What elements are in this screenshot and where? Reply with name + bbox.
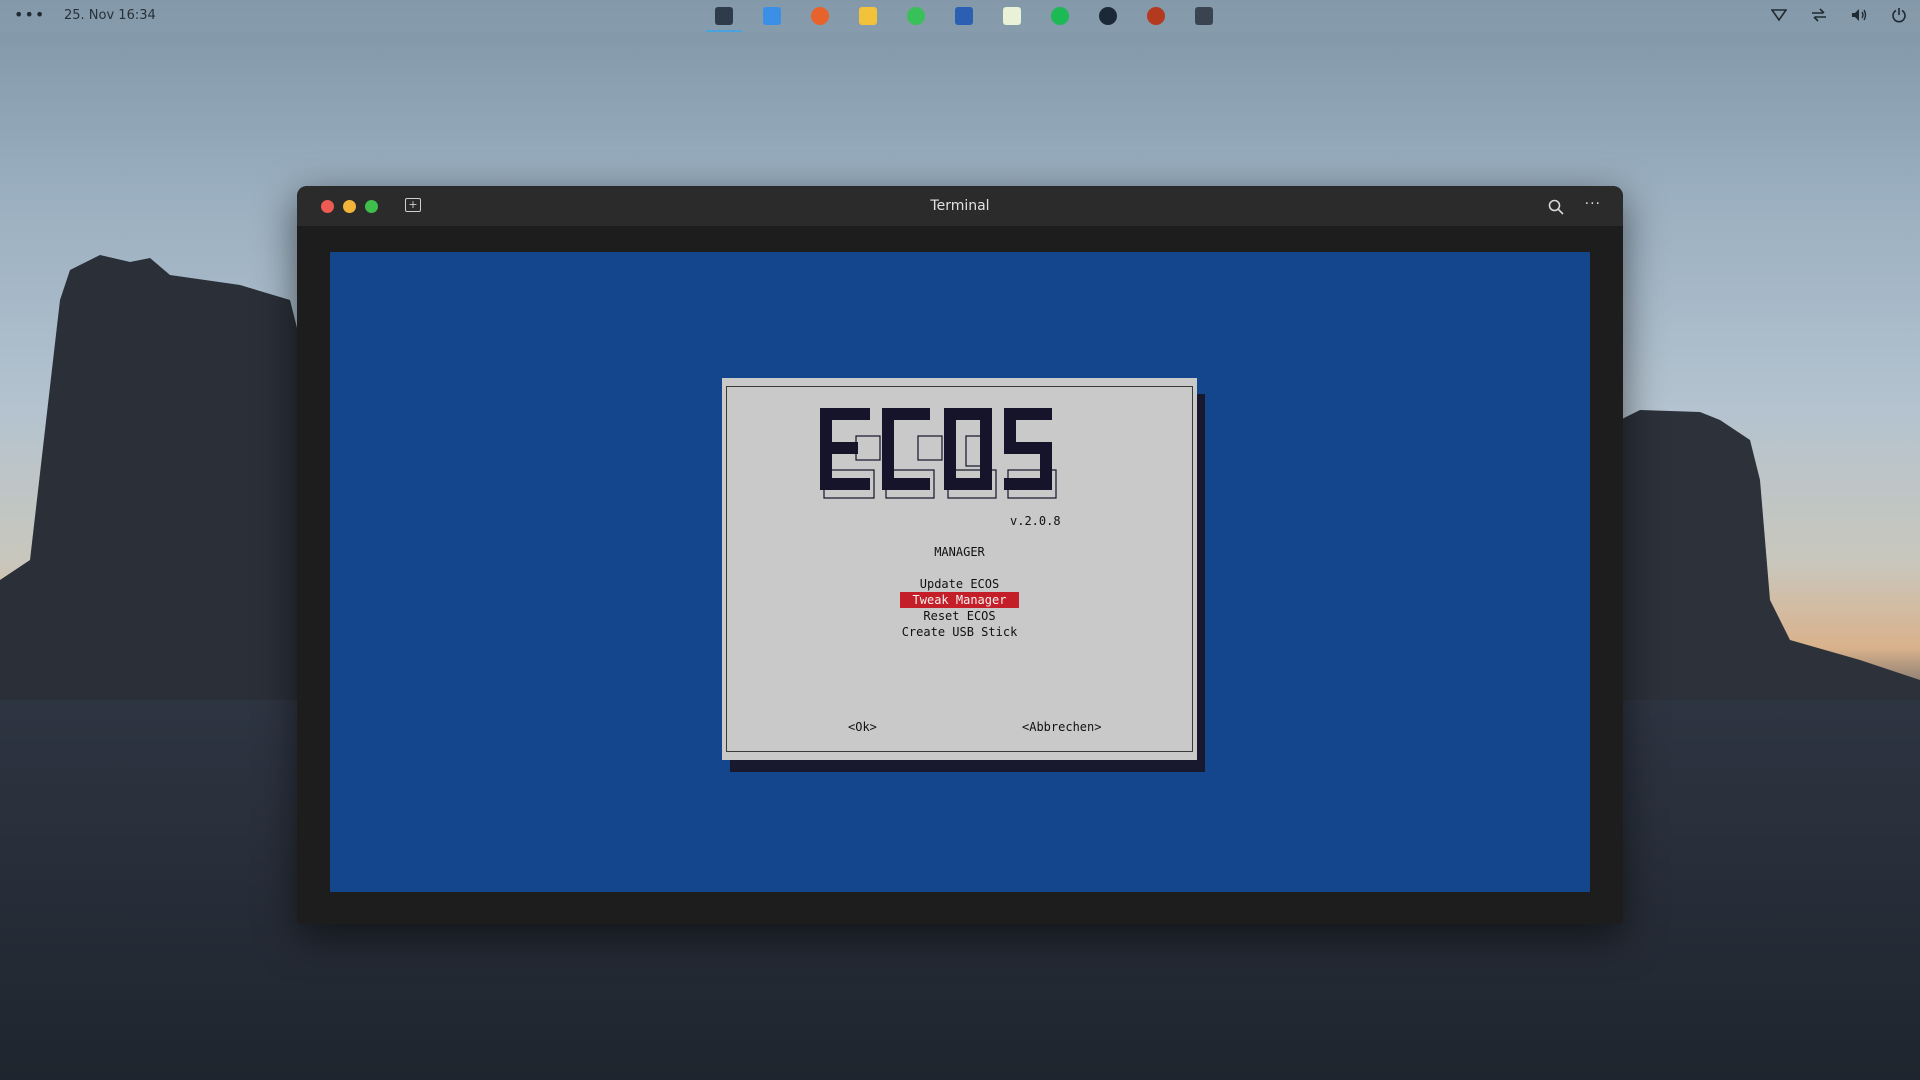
clock[interactable]: 25. Nov 16:34	[64, 8, 156, 23]
wifi-icon[interactable]	[1770, 6, 1788, 24]
volume-icon[interactable]	[1850, 6, 1868, 24]
dock-item-display-settings[interactable]	[1180, 2, 1228, 30]
dock-item-files[interactable]	[748, 2, 796, 30]
menu-item-label: Update ECOS	[919, 577, 1000, 591]
terminal-window: + Terminal ··· v.2.0.8 MANAGER Update EC…	[297, 186, 1623, 924]
files-icon	[763, 7, 781, 25]
cancel-button[interactable]: <Abbrechen>	[1022, 720, 1101, 734]
dock-item-steam[interactable]	[1084, 2, 1132, 30]
keepass-icon	[907, 7, 925, 25]
power-icon[interactable]	[1890, 6, 1908, 24]
dock-item-calendar[interactable]	[988, 2, 1036, 30]
spotify-icon	[1051, 7, 1069, 25]
system-tray	[1770, 6, 1908, 24]
display-settings-icon	[1195, 7, 1213, 25]
search-icon[interactable]	[1547, 198, 1565, 216]
dock	[700, 2, 1228, 32]
terminal-icon	[715, 7, 733, 25]
dock-item-media-pause[interactable]	[1132, 2, 1180, 30]
ecos-logo	[820, 408, 1057, 499]
firefox-icon	[811, 7, 829, 25]
calendar-icon	[1003, 7, 1021, 25]
manager-dialog: v.2.0.8 MANAGER Update ECOS Tweak Manage…	[722, 378, 1197, 760]
media-pause-icon	[1147, 7, 1165, 25]
top-panel: ••• 25. Nov 16:34	[0, 0, 1920, 32]
menu-item-label: Create USB Stick	[901, 625, 1018, 639]
dock-item-spotify[interactable]	[1036, 2, 1084, 30]
version-label: v.2.0.8	[1010, 514, 1061, 528]
dock-item-terminal[interactable]	[700, 2, 748, 32]
menu-item-create-usb-stick[interactable]: Create USB Stick	[722, 625, 1197, 639]
dock-item-notes-book[interactable]	[940, 2, 988, 30]
menu-item-update-ecos[interactable]: Update ECOS	[722, 577, 1197, 591]
window-titlebar[interactable]: + Terminal ···	[297, 186, 1623, 226]
ok-button[interactable]: <Ok>	[848, 720, 877, 734]
steam-icon	[1099, 7, 1117, 25]
mail-icon	[859, 7, 877, 25]
menu-item-reset-ecos[interactable]: Reset ECOS	[722, 609, 1197, 623]
dock-item-mail[interactable]	[844, 2, 892, 30]
window-title: Terminal	[930, 198, 990, 214]
dialog-heading: MANAGER	[934, 545, 985, 559]
dock-item-firefox[interactable]	[796, 2, 844, 30]
dock-item-keepass[interactable]	[892, 2, 940, 30]
terminal-viewport[interactable]: v.2.0.8 MANAGER Update ECOS Tweak Manage…	[330, 252, 1590, 892]
menu-item-label: Tweak Manager	[899, 592, 1020, 608]
dots-menu-icon[interactable]: •••	[14, 5, 45, 24]
notes-book-icon	[955, 7, 973, 25]
more-options-icon[interactable]: ···	[1585, 196, 1601, 212]
menu-item-label: Reset ECOS	[923, 609, 996, 623]
network-transfer-icon[interactable]	[1810, 6, 1828, 24]
menu-item-tweak-manager[interactable]: Tweak Manager	[722, 592, 1197, 608]
